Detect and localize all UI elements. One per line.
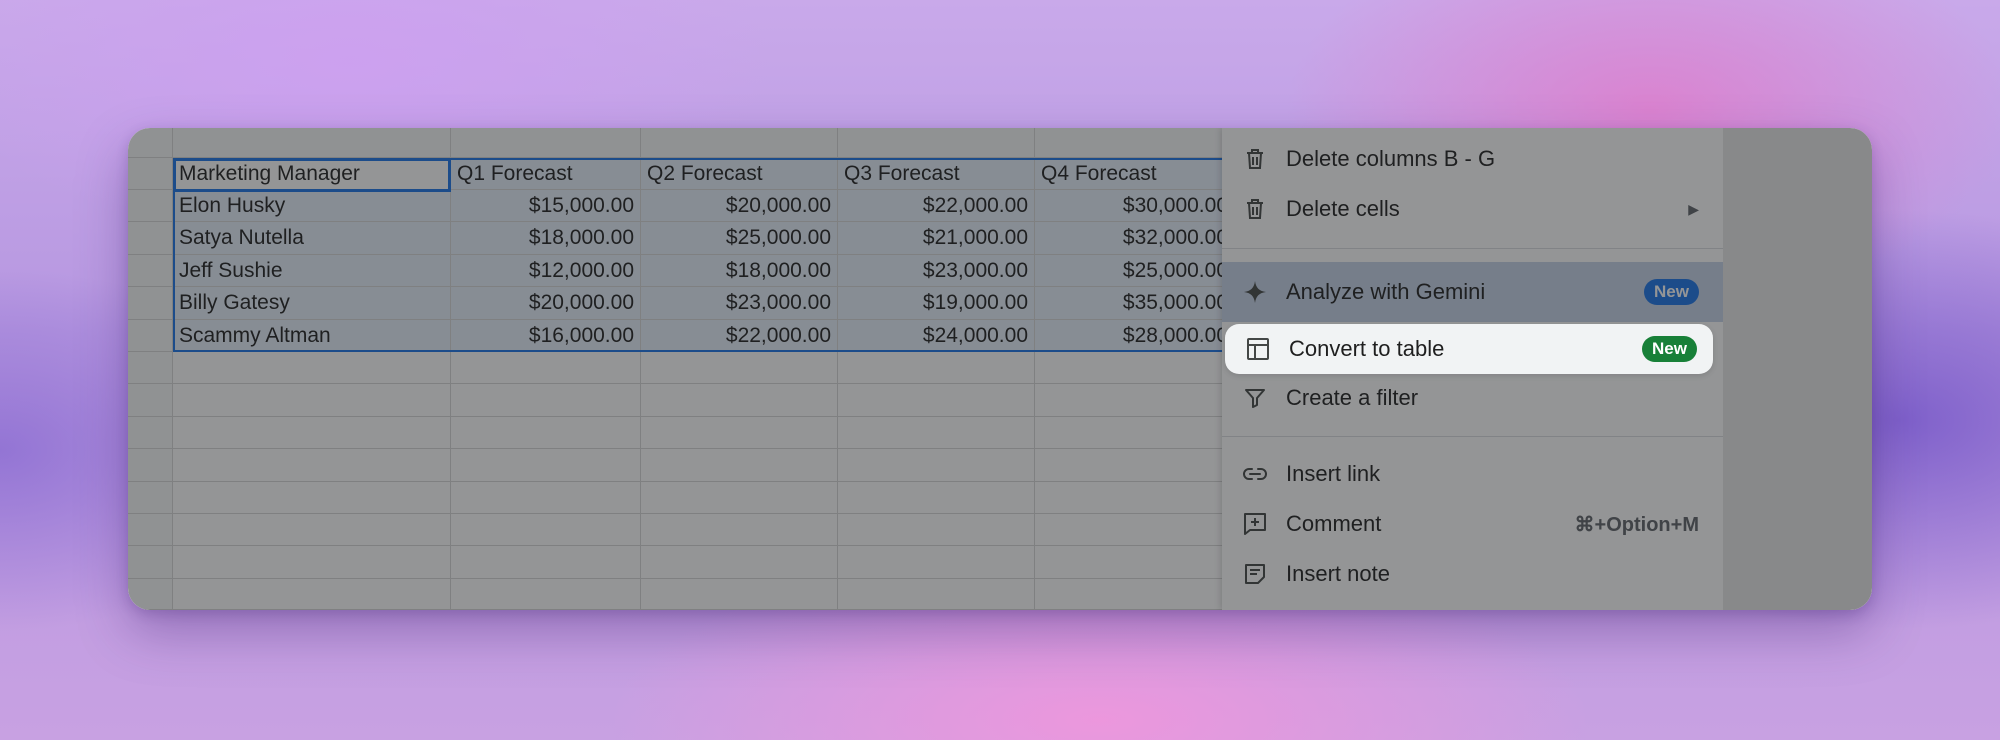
new-badge: New <box>1642 336 1697 362</box>
app-window: Marketing Manager Q1 Forecast Q2 Forecas… <box>128 128 1872 610</box>
menu-label: Convert to table <box>1289 336 1445 361</box>
menu-item-convert-to-table[interactable]: Convert to table New <box>1225 324 1713 374</box>
table-icon <box>1245 336 1271 362</box>
